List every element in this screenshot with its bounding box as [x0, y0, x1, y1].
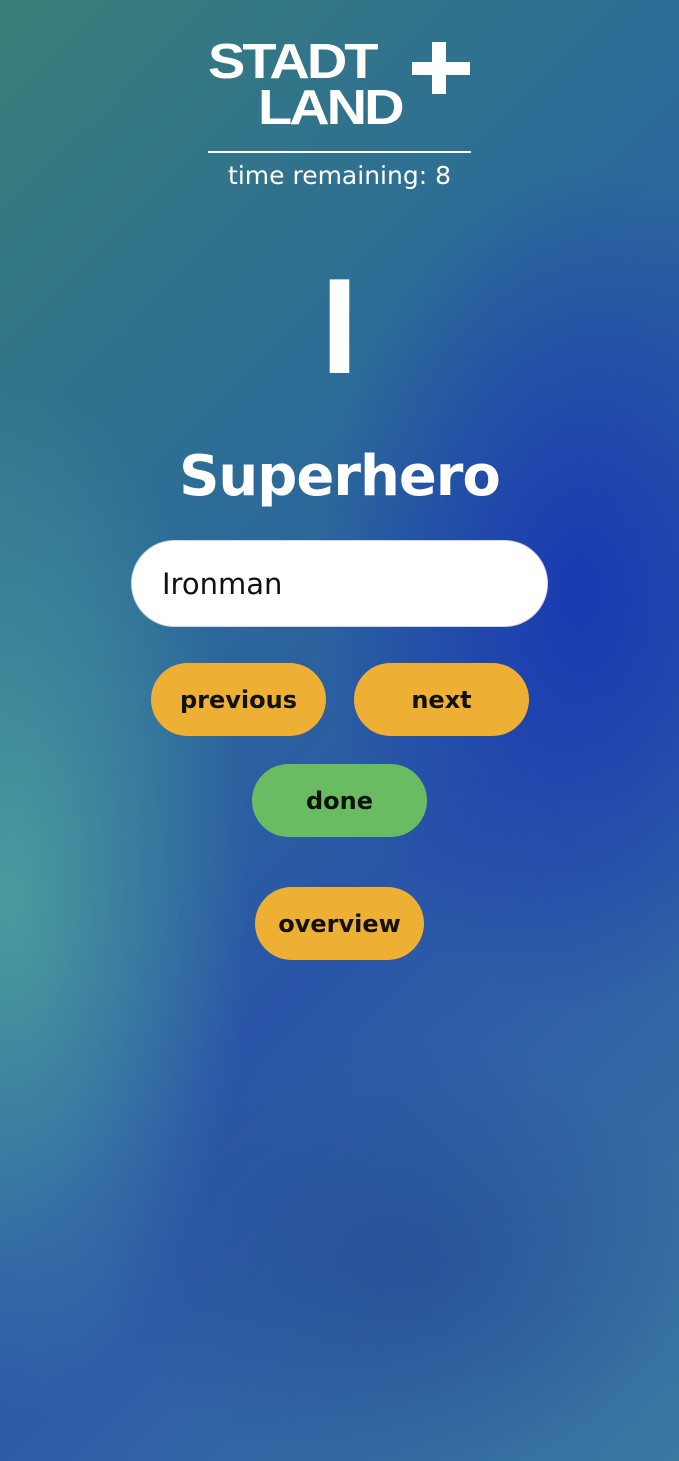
overview-button[interactable]: overview [255, 887, 424, 960]
category-title: Superhero [179, 444, 501, 509]
previous-button[interactable]: previous [151, 663, 326, 736]
logo-line-stadt: STADT [208, 32, 378, 89]
current-letter: I [320, 250, 359, 402]
done-button[interactable]: done [252, 764, 427, 837]
time-remaining: time remaining: 8 [228, 161, 451, 190]
logo-line-land: LAND [258, 78, 405, 135]
answer-input[interactable] [131, 540, 548, 627]
next-button[interactable]: next [354, 663, 529, 736]
app-logo: STADT LAND [208, 32, 472, 140]
logo-divider [208, 151, 471, 153]
plus-icon [412, 42, 470, 94]
